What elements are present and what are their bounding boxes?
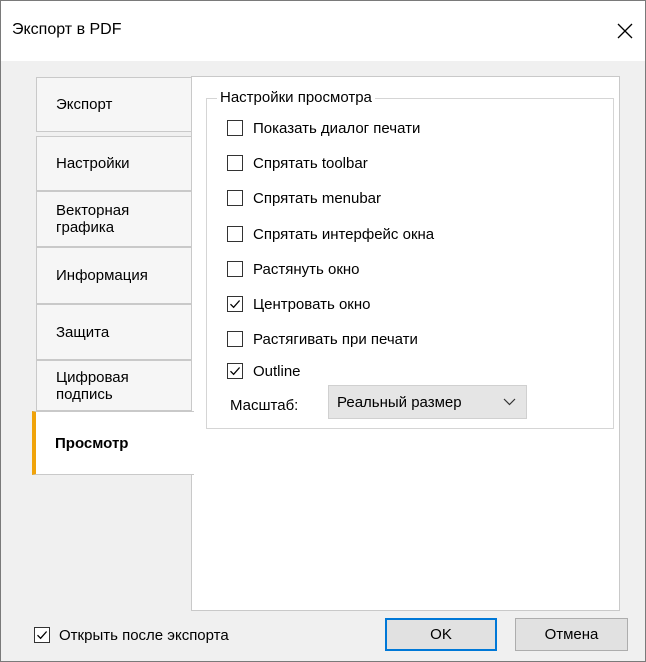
close-icon (617, 23, 633, 39)
export-pdf-dialog: Экспорт в PDF Экспорт Настройки Векторна… (0, 0, 646, 662)
checkbox-label: Показать диалог печати (253, 119, 421, 137)
zoom-select[interactable]: Реальный размер (328, 385, 527, 419)
checkmark-icon (37, 631, 48, 640)
checkbox-label: Растянуть окно (253, 260, 360, 278)
title-bar: Экспорт в PDF (1, 1, 645, 61)
checkbox-label: Растягивать при печати (253, 330, 418, 348)
checkbox-label: Спрятать интерфейс окна (253, 225, 435, 243)
checkbox-fit-window[interactable]: Растянуть окно (227, 259, 360, 279)
checkbox-label: Открыть после экспорта (59, 626, 229, 644)
checkbox-box[interactable] (227, 155, 243, 171)
checkbox-hide-toolbar[interactable]: Спрятать toolbar (227, 153, 368, 173)
zoom-label: Масштаб: (230, 397, 299, 414)
checkbox-box[interactable] (227, 331, 243, 347)
checkbox-box[interactable] (34, 627, 50, 643)
checkbox-center-window[interactable]: Центровать окно (227, 294, 370, 314)
checkbox-box[interactable] (227, 261, 243, 277)
tab-settings[interactable]: Настройки (36, 136, 192, 191)
checkbox-box[interactable] (227, 296, 243, 312)
checkbox-open-after-export[interactable]: Открыть после экспорта (34, 625, 229, 645)
cancel-button[interactable]: Отмена (515, 618, 628, 651)
checkbox-hide-menubar[interactable]: Спрятать menubar (227, 188, 381, 208)
checkbox-print-scaling[interactable]: Растягивать при печати (227, 329, 418, 349)
tab-info[interactable]: Информация (36, 247, 192, 304)
tab-label: Информация (56, 267, 148, 284)
tab-label: Векторная графика (56, 202, 130, 236)
checkmark-icon (230, 367, 241, 376)
cancel-button-label: Отмена (544, 626, 599, 643)
checkbox-label: Центровать окно (253, 295, 371, 313)
checkmark-icon (230, 300, 241, 309)
ok-button-label: OK (430, 626, 452, 643)
checkbox-label: Спрятать menubar (253, 189, 382, 207)
checkbox-box[interactable] (227, 226, 243, 242)
tab-vector-graphics[interactable]: Векторная графика (36, 191, 192, 247)
zoom-select-value: Реальный размер (337, 393, 462, 411)
tab-export[interactable]: Экспорт (36, 77, 192, 132)
checkbox-box[interactable] (227, 363, 243, 379)
checkbox-hide-window-ui[interactable]: Спрятать интерфейс окна (227, 224, 434, 244)
tab-label: Настройки (56, 155, 130, 172)
tab-preview[interactable]: Просмотр (32, 411, 194, 475)
checkbox-label: Outline (253, 362, 301, 380)
group-title: Настройки просмотра (217, 89, 375, 106)
preview-settings-panel: Настройки просмотра Показать диалог печа… (191, 76, 620, 611)
tab-label: Просмотр (55, 434, 129, 452)
close-button[interactable] (605, 9, 645, 53)
tab-label: Защита (56, 323, 110, 341)
checkbox-show-print-dialog[interactable]: Показать диалог печати (227, 118, 420, 138)
checkbox-outline[interactable]: Outline (227, 361, 301, 381)
chevron-down-icon (503, 398, 516, 406)
checkbox-box[interactable] (227, 120, 243, 136)
dialog-title: Экспорт в PDF (12, 21, 122, 38)
viewer-settings-group: Настройки просмотра Показать диалог печа… (206, 89, 614, 429)
checkbox-box[interactable] (227, 190, 243, 206)
tab-label: Экспорт (56, 96, 113, 113)
tab-protection[interactable]: Защита (36, 304, 192, 360)
checkbox-label: Спрятать toolbar (253, 154, 368, 172)
tab-digital-signature[interactable]: Цифровая подпись (36, 360, 192, 411)
tab-label: Цифровая подпись (56, 368, 129, 403)
ok-button[interactable]: OK (385, 618, 497, 651)
